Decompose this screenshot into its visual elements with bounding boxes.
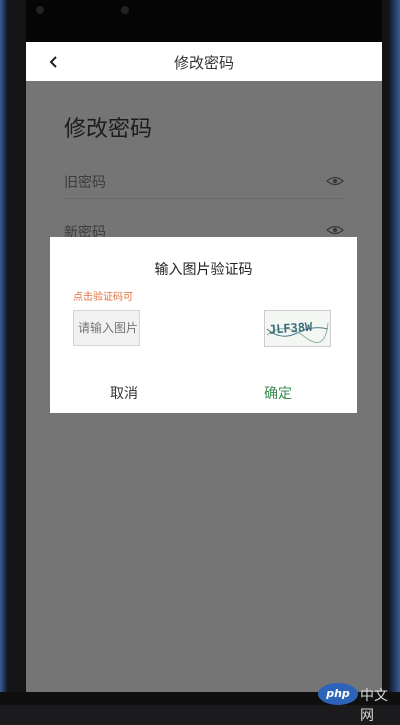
phone-frame: 修改密码 修改密码 旧密码 新密码 输入图片验证码 点击验证码可 请输入图片 J…	[0, 0, 400, 705]
watermark-text: 中文网	[360, 688, 388, 724]
app-header: 修改密码	[26, 42, 382, 81]
cancel-button[interactable]: 取消	[110, 383, 138, 403]
phone-frame-edge-right	[388, 0, 400, 705]
captcha-text: JLF38W	[269, 320, 314, 337]
captcha-dialog: 输入图片验证码 点击验证码可 JLF38W 取消 确定	[50, 237, 357, 413]
captcha-graphic: JLF38W	[266, 320, 329, 344]
phone-frame-edge-left	[0, 0, 8, 705]
status-bar	[26, 0, 382, 42]
eye-icon[interactable]	[326, 224, 344, 236]
captcha-image[interactable]: JLF38W	[264, 310, 331, 347]
watermark-logo: php	[318, 683, 358, 705]
sensor-icon	[121, 6, 129, 14]
captcha-input[interactable]	[73, 310, 140, 346]
screen: 修改密码 修改密码 旧密码 新密码 输入图片验证码 点击验证码可 请输入图片 J…	[26, 42, 382, 692]
old-password-label: 旧密码	[64, 175, 106, 191]
camera-icon	[36, 6, 44, 14]
watermark: php 中文网	[312, 683, 400, 724]
page-title: 修改密码	[64, 117, 153, 142]
eye-icon[interactable]	[326, 175, 344, 187]
dialog-title: 输入图片验证码	[154, 262, 253, 278]
captcha-hint: 点击验证码可	[73, 292, 133, 303]
old-password-underline	[64, 198, 344, 199]
header-title: 修改密码	[173, 54, 234, 72]
confirm-button[interactable]: 确定	[264, 383, 292, 403]
